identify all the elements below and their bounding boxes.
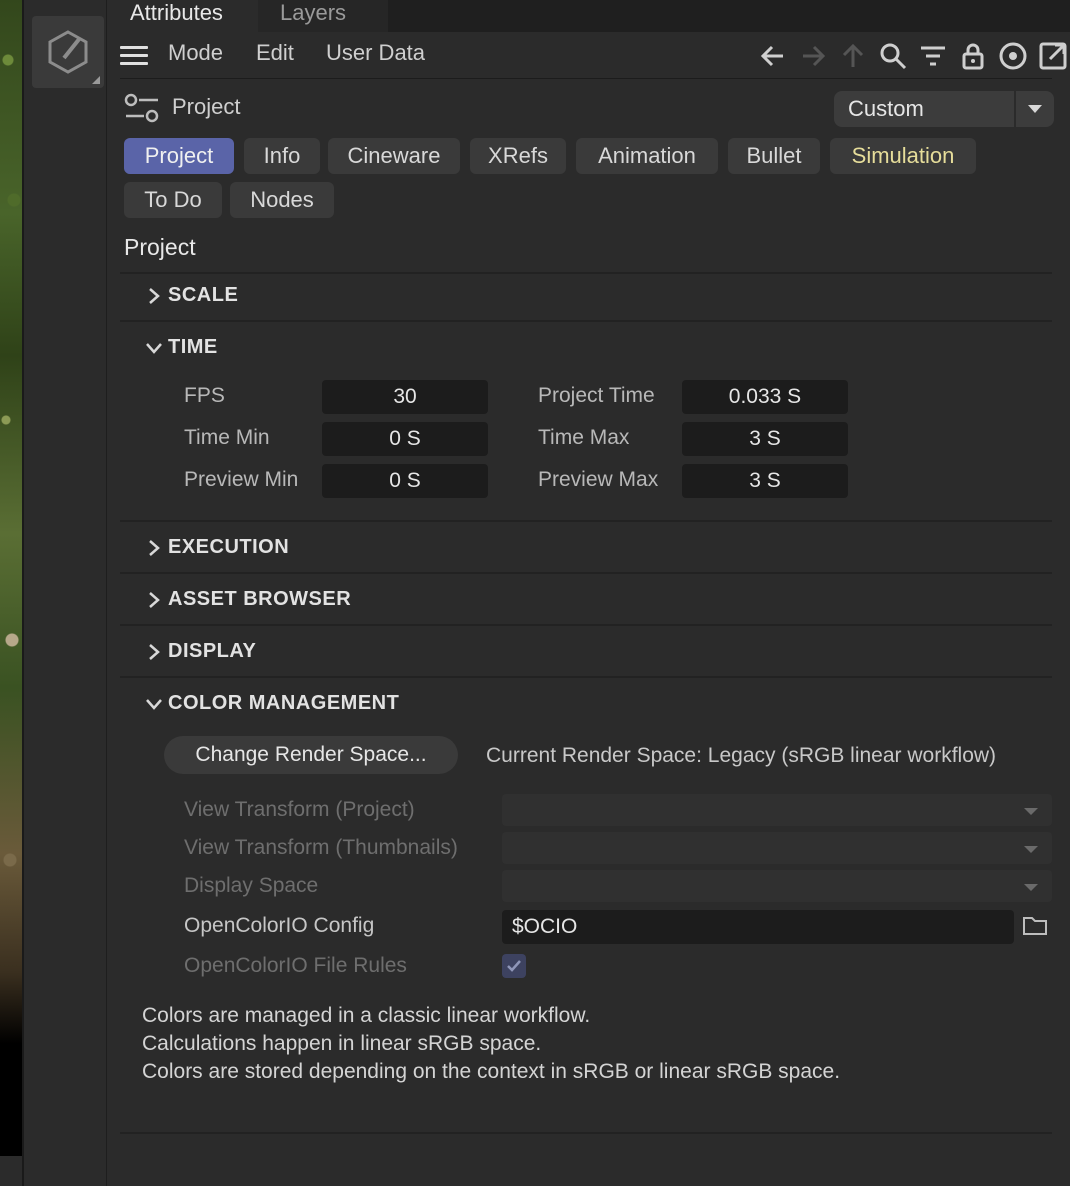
chevron-down-icon[interactable] [144,694,164,714]
settings-sliders-icon [124,93,159,123]
group-title: DISPLAY [168,640,257,662]
up-arrow-icon[interactable] [836,39,870,73]
group-asset-browser[interactable]: ASSET BROWSER [120,576,1052,626]
group-title: COLOR MANAGEMENT [168,692,400,714]
note-line: Calculations happen in linear sRGB space… [142,1032,542,1055]
group-time[interactable]: TIME [120,324,1052,374]
view-transform-project-label: View Transform (Project) [184,798,415,821]
back-arrow-icon[interactable] [756,39,790,73]
tab-layers[interactable]: Layers [258,0,388,32]
note-line: Colors are stored depending on the conte… [142,1060,841,1083]
chevron-down-icon[interactable] [144,338,164,358]
preview-max-label: Preview Max [538,468,659,491]
group-display[interactable]: DISPLAY [120,628,1052,678]
tab-project[interactable]: Project [124,138,234,174]
preview-min-field[interactable]: 0 S [322,464,488,498]
group-separator [120,624,1052,626]
tab-bullet[interactable]: Bullet [728,138,820,174]
object-header: Project Custom [108,82,1070,132]
chevron-down-icon[interactable] [1014,91,1054,127]
tab-nodes[interactable]: Nodes [230,182,334,218]
fps-field[interactable]: 30 [322,380,488,414]
preview-min-label: Preview Min [184,468,299,491]
tab-to-do[interactable]: To Do [124,182,222,218]
new-window-icon[interactable] [1036,39,1070,73]
group-scale[interactable]: SCALE [120,272,1052,322]
tab-animation[interactable]: Animation [576,138,718,174]
group-title: TIME [168,336,218,358]
attributes-panel: Attributes Layers Mode Edit User Data Pr… [108,0,1070,1186]
preset-value: Custom [848,96,924,121]
view-transform-project-dropdown [502,794,1052,826]
group-separator [120,520,1052,522]
chevron-down-icon [1024,846,1038,853]
group-title: SCALE [168,284,239,306]
chevron-right-icon[interactable] [144,286,164,306]
ocio-file-rules-label: OpenColorIO File Rules [184,954,407,977]
forward-arrow-icon[interactable] [796,39,830,73]
ocio-config-field[interactable]: $OCIO [502,910,1014,944]
menubar-separator [120,78,1052,79]
window-tabbar: Attributes Layers [108,0,1070,32]
menu-mode[interactable]: Mode [168,40,223,66]
tab-cineware[interactable]: Cineware [328,138,460,174]
chevron-right-icon[interactable] [144,590,164,610]
corner-indicator [92,76,100,84]
view-transform-thumbnails-dropdown [502,832,1052,864]
lock-icon[interactable] [956,39,990,73]
time-max-field[interactable]: 3 S [682,422,848,456]
note-line: Colors are managed in a classic linear w… [142,1004,591,1027]
filter-icon[interactable] [916,39,950,73]
group-separator [120,572,1052,574]
project-time-label: Project Time [538,384,655,407]
group-title: ASSET BROWSER [168,588,352,610]
change-render-space-button[interactable]: Change Render Space... [164,736,458,774]
menu-edit[interactable]: Edit [256,40,294,66]
view-transform-thumbnails-label: View Transform (Thumbnails) [184,836,458,859]
viewport-strip [0,0,22,1186]
menubar: Mode Edit User Data [108,32,1070,78]
ocio-config-label: OpenColorIO Config [184,914,375,937]
time-min-label: Time Min [184,426,270,449]
search-icon[interactable] [876,39,910,73]
chevron-down-icon [1024,884,1038,891]
target-icon[interactable] [996,39,1030,73]
group-color-management[interactable]: COLOR MANAGEMENT [120,680,1052,730]
chevron-down-icon [1024,808,1038,815]
menu-user-data[interactable]: User Data [326,40,425,66]
group-separator [120,1132,1052,1134]
tab-simulation[interactable]: Simulation [830,138,976,174]
chevron-right-icon[interactable] [144,642,164,662]
group-separator [120,320,1052,322]
fps-label: FPS [184,384,225,407]
edit-tool-button[interactable] [32,16,104,88]
group-title: EXECUTION [168,536,290,558]
group-execution[interactable]: EXECUTION [120,524,1052,574]
current-render-space-text: Current Render Space: Legacy (sRGB linea… [486,744,997,767]
viewport-dark-region [0,1050,22,1156]
time-max-label: Time Max [538,426,630,449]
group-separator [120,676,1052,678]
hamburger-menu-icon[interactable] [120,46,148,66]
tab-attributes[interactable]: Attributes [108,0,258,32]
chevron-right-icon[interactable] [144,538,164,558]
edit-icon [48,30,88,74]
checkmark-icon [507,960,521,972]
display-space-dropdown [502,870,1052,902]
viewport-grip[interactable] [0,1156,22,1186]
preview-max-field[interactable]: 3 S [682,464,848,498]
folder-icon[interactable] [1022,914,1048,941]
tab-xrefs[interactable]: XRefs [470,138,566,174]
menubar-toolbar [756,40,1070,72]
tab-info[interactable]: Info [244,138,320,174]
project-time-field[interactable]: 0.033 S [682,380,848,414]
display-space-label: Display Space [184,874,319,897]
time-min-field[interactable]: 0 S [322,422,488,456]
object-name: Project [172,94,241,119]
ocio-file-rules-checkbox[interactable] [502,954,526,978]
section-title: Project [124,234,196,260]
side-toolbar [24,0,107,1186]
preset-dropdown[interactable]: Custom [834,91,1054,127]
